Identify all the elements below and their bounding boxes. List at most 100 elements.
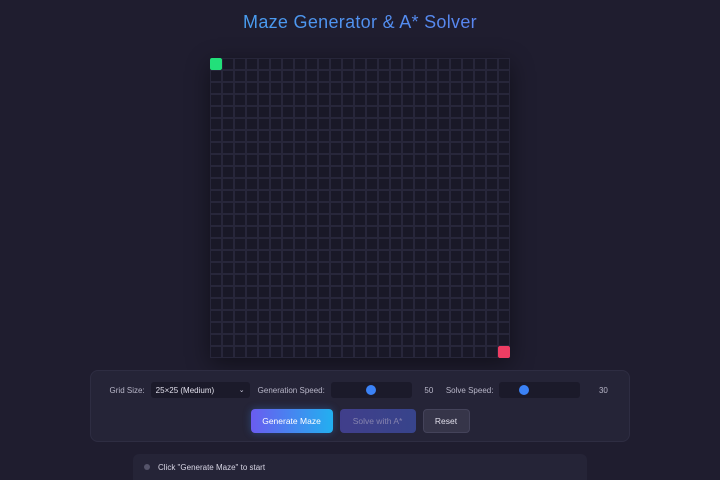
maze-cell (294, 70, 306, 82)
maze-cell (234, 214, 246, 226)
maze-cell (354, 250, 366, 262)
maze-cell (294, 346, 306, 358)
maze-cell (498, 178, 510, 190)
reset-button[interactable]: Reset (422, 409, 470, 433)
maze-cell (210, 334, 222, 346)
maze-cell (354, 346, 366, 358)
maze-cell (270, 262, 282, 274)
maze-cell (474, 154, 486, 166)
maze-cell (390, 346, 402, 358)
maze-cell (306, 118, 318, 130)
solve-speed-thumb[interactable] (518, 385, 529, 395)
maze-cell (414, 250, 426, 262)
maze-cell (294, 202, 306, 214)
maze-cell (246, 346, 258, 358)
maze-cell (402, 94, 414, 106)
maze-cell (450, 274, 462, 286)
maze-cell (258, 226, 270, 238)
maze-cell (306, 106, 318, 118)
maze-cell (498, 70, 510, 82)
solve-button[interactable]: Solve with A* (339, 409, 416, 433)
generation-speed-slider[interactable] (330, 382, 412, 398)
maze-cell (234, 250, 246, 262)
maze-cell (486, 346, 498, 358)
maze-cell (354, 190, 366, 202)
maze-cell (258, 70, 270, 82)
maze-cell (486, 118, 498, 130)
maze-cell (462, 118, 474, 130)
maze-cell (330, 202, 342, 214)
maze-cell (486, 286, 498, 298)
maze-cell (402, 118, 414, 130)
maze-cell (366, 94, 378, 106)
maze-cell (210, 214, 222, 226)
maze-cell (330, 58, 342, 70)
maze-cell (414, 58, 426, 70)
generation-speed-thumb[interactable] (366, 385, 377, 395)
maze-cell (354, 202, 366, 214)
maze-cell (486, 130, 498, 142)
solve-speed-slider[interactable] (499, 382, 581, 398)
maze-cell (366, 154, 378, 166)
maze-cell (462, 310, 474, 322)
maze-cell (414, 118, 426, 130)
maze-cell (486, 298, 498, 310)
maze-cell (366, 238, 378, 250)
maze-cell (258, 334, 270, 346)
maze-cell (330, 190, 342, 202)
maze-cell (414, 298, 426, 310)
maze-cell (258, 286, 270, 298)
settings-row: Grid Size: 25×25 (Medium) ⌄ Generation S… (91, 382, 629, 398)
maze-cell (258, 322, 270, 334)
maze-cell (294, 250, 306, 262)
maze-cell (402, 58, 414, 70)
maze-cell (438, 214, 450, 226)
maze-cell (282, 178, 294, 190)
maze-cell (330, 82, 342, 94)
maze-cell (342, 310, 354, 322)
maze-cell (438, 82, 450, 94)
maze-cell (222, 202, 234, 214)
maze-cell (402, 166, 414, 178)
maze-cell (462, 106, 474, 118)
maze-cell (366, 82, 378, 94)
maze-cell (486, 106, 498, 118)
maze-cell (486, 82, 498, 94)
maze-cell (342, 334, 354, 346)
maze-cell (390, 322, 402, 334)
maze-cell (414, 106, 426, 118)
maze-cell (318, 106, 330, 118)
grid-size-select[interactable]: 25×25 (Medium) ⌄ (150, 382, 250, 398)
maze-cell (462, 178, 474, 190)
maze-cell (294, 82, 306, 94)
maze-cell (474, 250, 486, 262)
maze-cell (222, 310, 234, 322)
maze-cell (330, 250, 342, 262)
maze-cell (426, 274, 438, 286)
maze-cell (426, 298, 438, 310)
maze-cell (366, 58, 378, 70)
maze-cell (246, 274, 258, 286)
maze-cell (282, 286, 294, 298)
maze-cell (270, 82, 282, 94)
maze-cell (390, 82, 402, 94)
maze-cell (486, 334, 498, 346)
maze-cell (390, 106, 402, 118)
maze-cell (378, 190, 390, 202)
maze-cell (282, 94, 294, 106)
maze-cell (378, 346, 390, 358)
maze-cell (210, 94, 222, 106)
maze-cell (246, 298, 258, 310)
status-bar: Click "Generate Maze" to start (133, 454, 587, 480)
maze-cell (414, 322, 426, 334)
generate-maze-button[interactable]: Generate Maze (250, 409, 333, 433)
maze-cell (354, 82, 366, 94)
maze-cell (222, 154, 234, 166)
maze-cell (318, 262, 330, 274)
maze-cell (402, 106, 414, 118)
maze-cell (474, 274, 486, 286)
maze-cell (402, 322, 414, 334)
maze-cell (486, 154, 498, 166)
maze-cell (246, 118, 258, 130)
maze-cell (378, 274, 390, 286)
